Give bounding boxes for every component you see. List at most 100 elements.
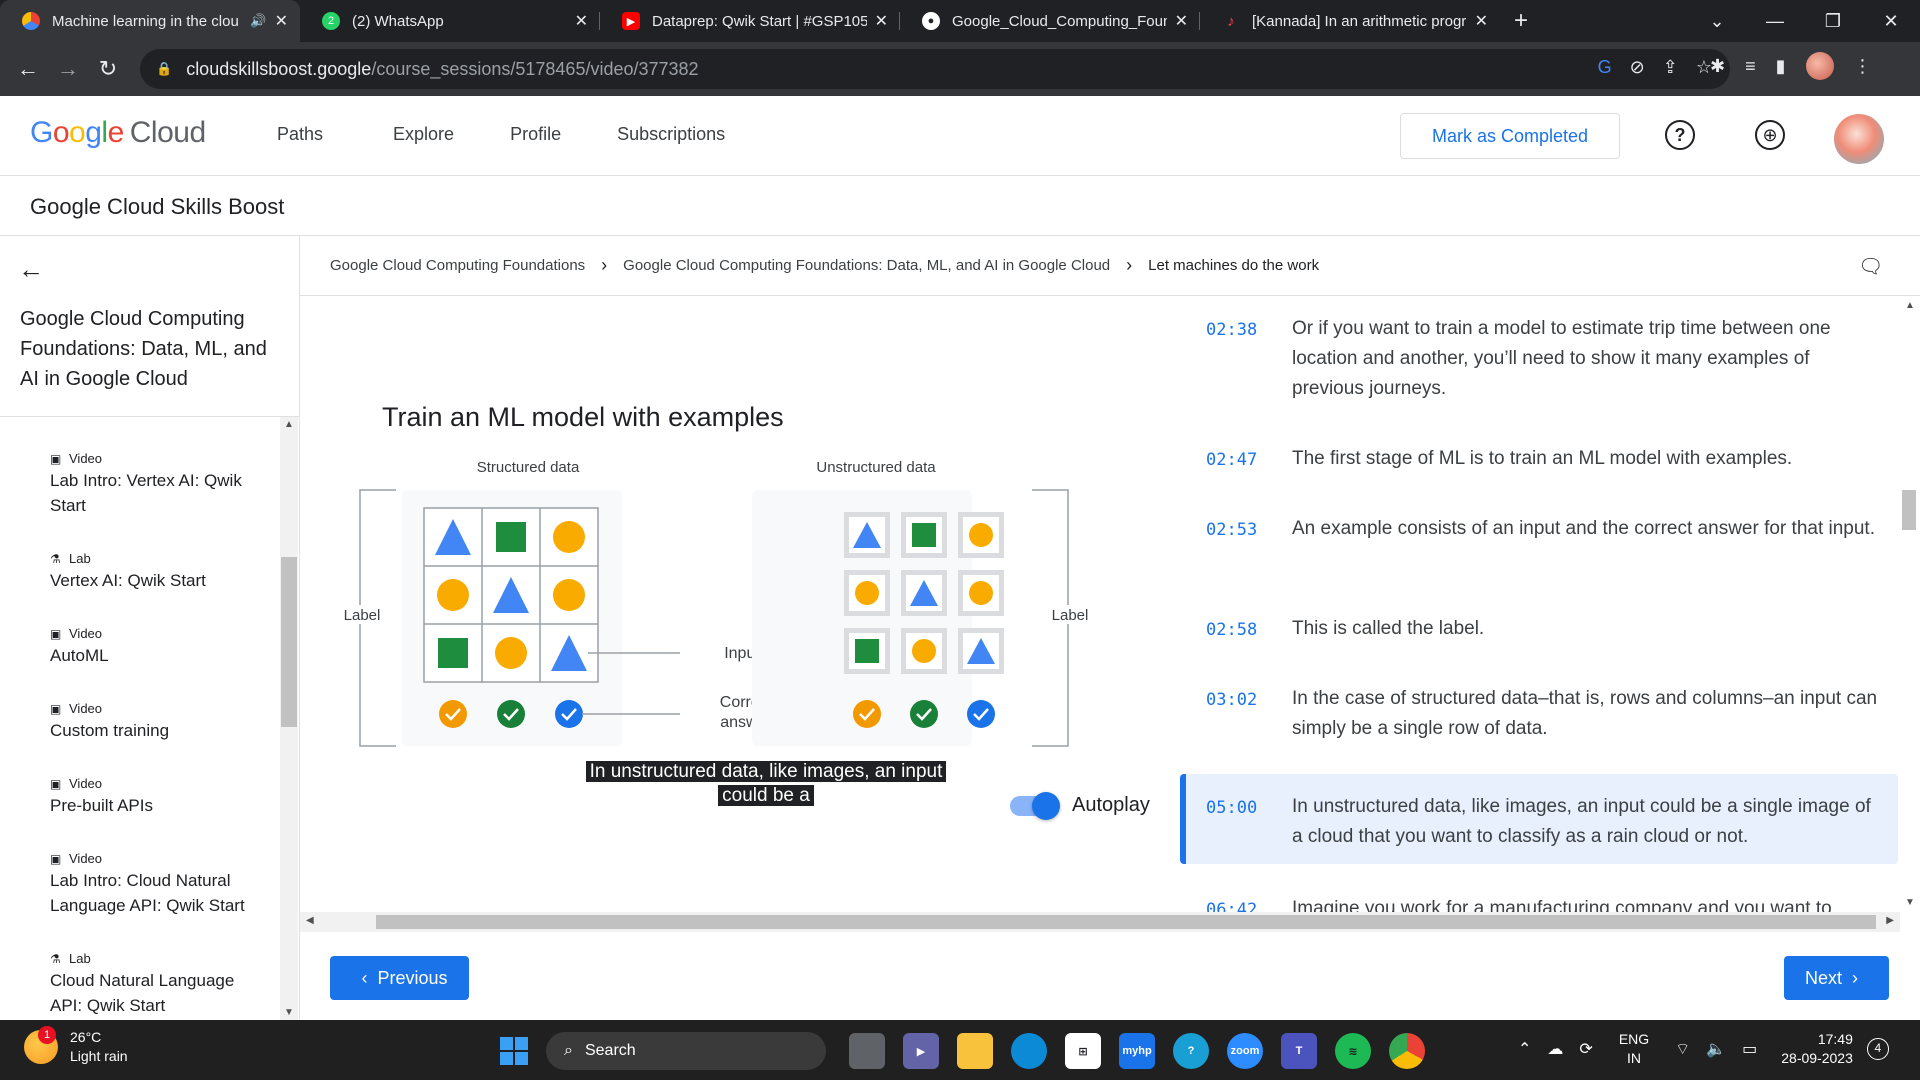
help-icon[interactable]: ?: [1665, 120, 1695, 150]
tab-github[interactable]: ● Google_Cloud_Computing_Foun ✕: [900, 0, 1200, 42]
transcript-chat-icon[interactable]: 🗨: [1858, 254, 1883, 279]
notification-count[interactable]: 4: [1866, 1038, 1889, 1060]
address-bar[interactable]: 🔒 cloudskillsboost.google/course_session…: [140, 49, 1730, 89]
transcript-row[interactable]: 02:53 An example consists of an input an…: [1180, 514, 1898, 574]
myhp-icon[interactable]: myhp: [1119, 1033, 1155, 1069]
tab-machine-learning[interactable]: Machine learning in the clou 🔊 ✕: [0, 0, 300, 42]
menu-kebab-icon[interactable]: ⋮: [1854, 56, 1872, 77]
transcript-row[interactable]: 02:38 Or if you want to train a model to…: [1180, 314, 1898, 404]
scroll-left-arrow[interactable]: ◀: [306, 915, 314, 926]
wifi-icon[interactable]: ⌔: [1675, 1039, 1690, 1059]
close-tab-icon[interactable]: ✕: [875, 11, 888, 31]
onedrive-icon[interactable]: ☁: [1547, 1039, 1563, 1059]
close-tab-icon[interactable]: ✕: [575, 11, 588, 31]
breadcrumb-module[interactable]: Google Cloud Computing Foundations: Data…: [623, 257, 1110, 274]
transcript-row[interactable]: 02:47 The first stage of ML is to train …: [1180, 444, 1898, 480]
scroll-down-arrow[interactable]: ▼: [284, 1007, 294, 1018]
close-tab-icon[interactable]: ✕: [275, 11, 288, 31]
transcript-timestamp[interactable]: 06:42: [1206, 900, 1257, 912]
extensions-puzzle-icon[interactable]: ✱: [1710, 56, 1725, 77]
browser-profile-avatar[interactable]: [1805, 52, 1834, 80]
transcript-scrollbar[interactable]: ▲ ▼: [1900, 296, 1920, 912]
breadcrumb-course[interactable]: Google Cloud Computing Foundations: [330, 257, 585, 274]
file-explorer-icon[interactable]: [957, 1033, 993, 1069]
back-arrow-icon[interactable]: ←: [18, 254, 44, 285]
tab-dataprep[interactable]: ▶ Dataprep: Qwik Start | #GSP105 ✕: [600, 0, 900, 42]
volume-icon[interactable]: 🔈: [1706, 1039, 1726, 1059]
nav-profile[interactable]: Profile: [510, 124, 561, 145]
taskbar-clock[interactable]: 17:49 28-09-2023: [1781, 1030, 1853, 1068]
minimize-icon[interactable]: —: [1746, 11, 1804, 32]
scrollbar-thumb[interactable]: [1902, 490, 1916, 530]
sidebar-item-custom-training[interactable]: ▣ Video Custom training: [50, 701, 270, 743]
chrome-icon[interactable]: [1389, 1033, 1425, 1069]
transcript-timestamp[interactable]: 05:00: [1206, 798, 1257, 818]
sidebar-item-vertex-lab[interactable]: ⚗ Lab Vertex AI: Qwik Start: [50, 551, 270, 593]
new-tab-button[interactable]: +: [1500, 0, 1542, 42]
autoplay-toggle[interactable]: [1010, 791, 1060, 820]
task-view-icon[interactable]: [849, 1033, 885, 1069]
sidebar-scrollbar[interactable]: ▲ ▼: [280, 417, 298, 1020]
sidebar-item-lab-intro-nl[interactable]: ▣ Video Lab Intro: Cloud Natural Language…: [50, 851, 270, 918]
battery-icon[interactable]: ▭: [1742, 1039, 1757, 1059]
sidebar-item-automl[interactable]: ▣ Video AutoML: [50, 626, 270, 668]
windows-start-icon[interactable]: [500, 1037, 528, 1065]
next-button[interactable]: Next ›: [1784, 956, 1889, 1000]
help-app-icon[interactable]: ?: [1173, 1033, 1209, 1069]
transcript-timestamp[interactable]: 02:38: [1206, 320, 1257, 340]
transcript-row-active[interactable]: 05:00 In unstructured data, like images,…: [1180, 774, 1898, 864]
nav-paths[interactable]: Paths: [277, 124, 323, 145]
scroll-right-arrow[interactable]: ▶: [1886, 915, 1894, 926]
horizontal-scrollbar[interactable]: ◀ ▶: [300, 912, 1900, 932]
side-panel-icon[interactable]: ▮: [1776, 56, 1786, 77]
taskbar-search[interactable]: ⌕ Search: [546, 1032, 826, 1070]
audio-playing-icon[interactable]: 🔊: [250, 13, 266, 29]
google-cloud-logo[interactable]: Google Cloud: [30, 116, 206, 150]
nav-explore[interactable]: Explore: [393, 124, 454, 145]
nav-subscriptions[interactable]: Subscriptions: [617, 124, 725, 145]
toggle-knob[interactable]: [1032, 791, 1060, 820]
lock-icon[interactable]: 🔒: [156, 61, 172, 77]
transcript-timestamp[interactable]: 02:58: [1206, 620, 1257, 640]
scroll-up-arrow[interactable]: ▲: [1905, 300, 1915, 311]
close-tab-icon[interactable]: ✕: [1175, 11, 1188, 31]
transcript-timestamp[interactable]: 03:02: [1206, 690, 1257, 710]
sidebar-item-lab-intro-vertex[interactable]: ▣ Video Lab Intro: Vertex AI: Qwik Start: [50, 451, 270, 518]
previous-button[interactable]: ‹ Previous: [330, 956, 469, 1000]
microsoft-store-icon[interactable]: ⊞: [1065, 1033, 1101, 1069]
scroll-up-arrow[interactable]: ▲: [284, 419, 294, 430]
language-indicator[interactable]: ENG IN: [1619, 1030, 1649, 1068]
media-queue-icon[interactable]: ≡: [1745, 56, 1756, 77]
scroll-down-arrow[interactable]: ▼: [1905, 897, 1915, 908]
close-tab-icon[interactable]: ✕: [1475, 11, 1488, 31]
scrollbar-thumb[interactable]: [376, 915, 1876, 929]
tab-kannada[interactable]: ♪ [Kannada] In an arithmetic progr ✕: [1200, 0, 1500, 42]
teams-meet-icon[interactable]: ▶: [903, 1033, 939, 1069]
sidebar-item-prebuilt-apis[interactable]: ▣ Video Pre-built APIs: [50, 776, 270, 818]
spotify-icon[interactable]: ≋: [1335, 1033, 1371, 1069]
mark-as-completed-button[interactable]: Mark as Completed: [1400, 113, 1620, 159]
tab-search-icon[interactable]: ⌄: [1688, 11, 1746, 32]
reload-icon[interactable]: ↻: [88, 56, 128, 82]
share-icon[interactable]: ⇪: [1663, 57, 1678, 78]
forward-icon[interactable]: →: [48, 56, 88, 82]
transcript-row[interactable]: 03:02 In the case of structured data–tha…: [1180, 684, 1898, 744]
transcript-row[interactable]: 06:42 Imagine you work for a manufacturi…: [1180, 894, 1898, 912]
language-globe-icon[interactable]: ⊕: [1755, 120, 1785, 150]
user-avatar[interactable]: [1834, 114, 1884, 164]
google-lens-icon[interactable]: G: [1598, 57, 1612, 78]
tab-whatsapp[interactable]: 2 (2) WhatsApp ✕: [300, 0, 600, 42]
eye-off-icon[interactable]: ⊘: [1630, 57, 1645, 78]
sync-icon[interactable]: ⟳: [1579, 1039, 1592, 1059]
transcript-timestamp[interactable]: 02:47: [1206, 450, 1257, 470]
back-icon[interactable]: ←: [8, 56, 48, 82]
zoom-icon[interactable]: zoom: [1227, 1033, 1263, 1069]
edge-browser-icon[interactable]: [1011, 1033, 1047, 1069]
teams-icon[interactable]: T: [1281, 1033, 1317, 1069]
transcript-row[interactable]: 02:58 This is called the label.: [1180, 614, 1898, 650]
transcript-timestamp[interactable]: 02:53: [1206, 520, 1257, 540]
restore-icon[interactable]: ❐: [1804, 11, 1862, 32]
weather-widget[interactable]: 1 26°C Light rain: [24, 1026, 128, 1066]
close-window-icon[interactable]: ✕: [1862, 11, 1920, 32]
tray-overflow-icon[interactable]: ⌃: [1518, 1039, 1531, 1059]
